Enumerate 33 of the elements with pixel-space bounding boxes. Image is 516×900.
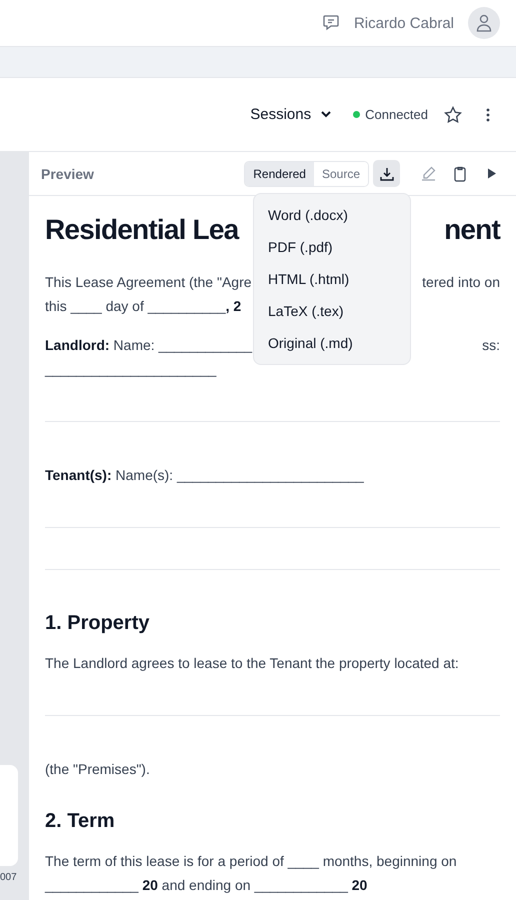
- panel-title: Preview: [41, 166, 95, 182]
- paragraph-text: Landlord: Name: ____________: [45, 336, 252, 355]
- menu-item[interactable]: Original (.md): [254, 327, 410, 359]
- document-title: nent: [444, 213, 500, 247]
- paragraph-text: The Landlord agrees to lease to the Tenant the property located at:: [45, 654, 459, 673]
- paragraph-text: The term of this lease is for a period of ____ months, beginning on: [45, 852, 457, 871]
- sessions-dropdown[interactable]: Sessions: [250, 106, 332, 123]
- paragraph-text: ______________________: [45, 360, 216, 379]
- paragraph-text: ____________ 20 and ending on ____________ 20: [45, 876, 368, 895]
- paragraph-text: tered into on: [422, 273, 500, 292]
- user-name: Ricardo Cabral: [354, 14, 454, 32]
- section-heading: 1. Property: [45, 611, 150, 635]
- paragraph-text: Tenant(s): Name(s): ________________________: [45, 466, 364, 485]
- chevron-icon: [321, 111, 332, 118]
- card-caption: 007: [0, 872, 17, 883]
- menu-item[interactable]: PDF (.pdf): [254, 231, 410, 263]
- more-icon[interactable]: [486, 108, 490, 122]
- star-icon[interactable]: [444, 106, 462, 124]
- download-button[interactable]: [373, 160, 400, 187]
- section-heading: 2. Term: [45, 809, 116, 833]
- connection-status: Connected: [365, 107, 428, 122]
- view-tab[interactable]: Rendered: [245, 162, 314, 186]
- menu-item[interactable]: LaTeX (.tex): [254, 295, 410, 327]
- paragraph-text: (the "Premises").: [45, 760, 150, 779]
- menu-item[interactable]: Word (.docx): [254, 199, 410, 231]
- chat-icon[interactable]: [322, 14, 340, 32]
- download-icon: [380, 166, 394, 180]
- paragraph-text: ss:: [482, 336, 500, 355]
- document-title: Residential Lea: [45, 213, 238, 247]
- paragraph-text: this ____ day of __________, 2: [45, 297, 242, 316]
- menu-item[interactable]: HTML (.html): [254, 263, 410, 295]
- avatar-icon[interactable]: [468, 7, 500, 39]
- paragraph-text: This Lease Agreement (the "Agre: [45, 273, 252, 292]
